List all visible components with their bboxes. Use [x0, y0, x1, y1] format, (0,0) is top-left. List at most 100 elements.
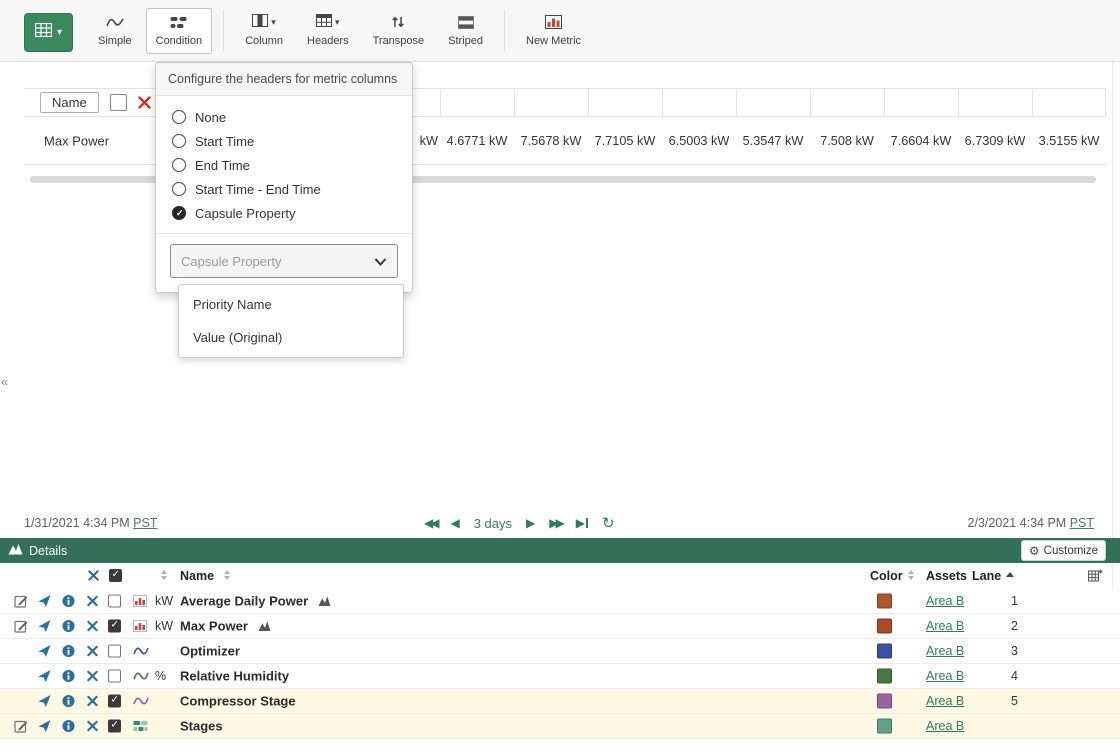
info-icon[interactable] [62, 645, 75, 658]
transpose-icon [391, 15, 405, 30]
menu-item-value-original-[interactable]: Value (Original) [179, 321, 403, 354]
row-checkbox[interactable] [108, 670, 121, 683]
select-all-checkbox[interactable] [109, 569, 122, 582]
details-row[interactable]: OptimizerArea B3 [0, 639, 1120, 664]
name-column-header[interactable]: Name [40, 92, 99, 113]
send-icon[interactable] [38, 720, 51, 733]
item-name[interactable]: Compressor Stage [180, 694, 296, 709]
info-icon[interactable] [62, 620, 75, 633]
step-to-end-icon[interactable]: ▶ [576, 516, 588, 530]
color-swatch[interactable] [877, 644, 892, 659]
remove-column-icon[interactable] [138, 96, 151, 109]
edit-icon[interactable] [14, 619, 28, 633]
step-back-much-icon[interactable]: ◀◀ [424, 516, 436, 530]
toolbar-button-condition[interactable]: Condition [146, 8, 212, 54]
header-option-end-time[interactable]: End Time [172, 153, 396, 177]
menu-item-priority-name[interactable]: Priority Name [179, 288, 403, 321]
timezone-link[interactable]: PST [1070, 516, 1094, 530]
item-name[interactable]: Average Daily Power [180, 594, 331, 609]
item-name[interactable]: Max Power [180, 619, 271, 634]
assets-column-header[interactable]: Assets [926, 569, 967, 583]
radio-checked-icon[interactable] [172, 206, 186, 220]
sort-name-control[interactable] [224, 570, 230, 580]
row-checkbox[interactable] [108, 620, 121, 633]
send-icon[interactable] [38, 670, 51, 683]
radio-icon[interactable] [172, 182, 186, 196]
toolbar-button-new-metric[interactable]: New Metric [516, 8, 591, 54]
item-name[interactable]: Stages [180, 719, 223, 734]
send-icon[interactable] [38, 595, 51, 608]
radio-icon[interactable] [172, 158, 186, 172]
info-icon[interactable] [62, 720, 75, 733]
uom-label: kW [155, 619, 173, 633]
step-forward-much-icon[interactable]: ▶▶ [549, 516, 561, 530]
edit-icon[interactable] [14, 594, 28, 608]
sort-ascending-icon[interactable] [1006, 572, 1014, 577]
name-column-header[interactable]: Name [180, 569, 214, 583]
collapse-panel-handle[interactable]: « [1, 374, 8, 389]
add-column-icon[interactable] [1088, 569, 1103, 585]
remove-icon[interactable] [87, 596, 98, 607]
color-swatch[interactable] [877, 669, 892, 684]
details-row[interactable]: Stages Area B [0, 714, 1120, 739]
remove-icon[interactable] [87, 721, 98, 732]
info-icon[interactable] [62, 595, 75, 608]
color-swatch[interactable] [877, 719, 892, 734]
toolbar-button-headers[interactable]: ▾ Headers [297, 8, 359, 54]
remove-icon[interactable] [87, 621, 98, 632]
send-icon[interactable] [38, 695, 51, 708]
toolbar-button-transpose[interactable]: Transpose [363, 8, 435, 54]
send-icon[interactable] [38, 620, 51, 633]
table-view-button[interactable]: ▾ [24, 13, 73, 52]
sort-color-control[interactable] [908, 570, 914, 580]
toolbar-button-simple[interactable]: Simple [88, 8, 142, 54]
color-swatch[interactable] [877, 619, 892, 634]
customize-button[interactable]: ⚙ Customize [1021, 540, 1106, 561]
header-option-start-time-end-time[interactable]: Start Time - End Time [172, 177, 396, 201]
lane-column-header[interactable]: Lane [972, 569, 1001, 583]
metrics-header-cells [366, 89, 1106, 116]
item-name[interactable]: Optimizer [180, 644, 240, 659]
header-checkbox[interactable] [110, 94, 127, 111]
row-checkbox[interactable] [108, 645, 121, 658]
duration-label[interactable]: 3 days [474, 516, 512, 531]
row-checkbox[interactable] [108, 595, 121, 608]
remove-all-icon[interactable] [88, 570, 99, 584]
capsule-property-select[interactable]: Capsule Property [170, 244, 398, 278]
asset-link[interactable]: Area B [926, 619, 964, 633]
toolbar-button-column[interactable]: ▾ Column [235, 8, 293, 54]
header-option-none[interactable]: None [172, 105, 396, 129]
color-column-header[interactable]: Color [870, 569, 903, 583]
row-checkbox[interactable] [108, 695, 121, 708]
asset-link[interactable]: Area B [926, 694, 964, 708]
remove-icon[interactable] [87, 646, 98, 657]
color-swatch[interactable] [877, 694, 892, 709]
details-row[interactable]: %Relative HumidityArea B4 [0, 664, 1120, 689]
radio-icon[interactable] [172, 110, 186, 124]
radio-icon[interactable] [172, 134, 186, 148]
color-swatch[interactable] [877, 594, 892, 609]
info-icon[interactable] [62, 670, 75, 683]
row-checkbox[interactable] [108, 720, 121, 733]
details-row[interactable]: Compressor StageArea B5 [0, 689, 1120, 714]
details-row[interactable]: kWMax PowerArea B2 [0, 614, 1120, 639]
asset-link[interactable]: Area B [926, 594, 964, 608]
header-option-start-time[interactable]: Start Time [172, 129, 396, 153]
asset-link[interactable]: Area B [926, 669, 964, 683]
refresh-icon[interactable]: ↻ [602, 514, 615, 532]
asset-link[interactable]: Area B [926, 719, 964, 733]
edit-icon[interactable] [14, 719, 28, 733]
timezone-link[interactable]: PST [133, 516, 157, 530]
item-name[interactable]: Relative Humidity [180, 669, 289, 684]
remove-icon[interactable] [87, 696, 98, 707]
asset-link[interactable]: Area B [926, 644, 964, 658]
step-forward-icon[interactable]: ▶ [526, 516, 535, 530]
step-back-icon[interactable]: ◀ [450, 516, 459, 530]
details-row[interactable]: kWAverage Daily PowerArea B1 [0, 589, 1120, 614]
send-icon[interactable] [38, 645, 51, 658]
sort-type-control[interactable] [161, 570, 167, 580]
info-icon[interactable] [62, 695, 75, 708]
toolbar-button-striped[interactable]: Striped [438, 8, 493, 54]
remove-icon[interactable] [87, 671, 98, 682]
header-option-capsule-property[interactable]: Capsule Property [172, 201, 396, 225]
